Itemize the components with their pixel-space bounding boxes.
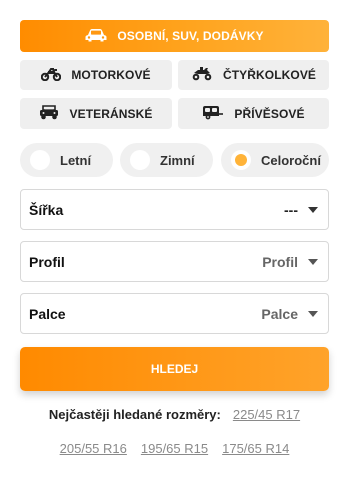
- motorcycle-icon: [41, 67, 71, 84]
- search-button[interactable]: HLEDEJ: [20, 347, 329, 391]
- vehicle-type-label: PŘÍVĚSOVÉ: [234, 106, 305, 121]
- car-icon: [85, 28, 117, 45]
- vehicle-type-quad[interactable]: ČTYŘKOLKOVÉ: [178, 60, 329, 90]
- season-label: Celoroční: [261, 152, 321, 168]
- select-value: Profil: [262, 253, 298, 270]
- radio-circle[interactable]: [30, 150, 50, 170]
- vintage-car-icon: [39, 104, 69, 123]
- size-link-225-45-r17[interactable]: 225/45 R17: [233, 407, 300, 422]
- size-link-205-55-r16[interactable]: 205/55 R16: [60, 441, 127, 456]
- quad-icon: [191, 66, 223, 84]
- radio-circle-selected[interactable]: [231, 150, 251, 170]
- select-label: Šířka: [29, 201, 64, 218]
- vehicle-type-passenger[interactable]: OSOBNÍ, SUV, DODÁVKY: [20, 20, 329, 52]
- popular-sizes-row: Nejčastěji hledané rozměry: 225/45 R17: [0, 407, 349, 422]
- chevron-down-icon: [308, 258, 318, 265]
- popular-sizes-title: Nejčastěji hledané rozměry:: [48, 407, 221, 422]
- radio-selected-dot: [235, 154, 247, 166]
- width-select[interactable]: Šířka ---: [20, 189, 329, 230]
- vehicle-type-trailer[interactable]: PŘÍVĚSOVÉ: [178, 98, 329, 129]
- rim-size-select[interactable]: Palce Palce: [20, 293, 329, 334]
- radio-circle[interactable]: [130, 150, 150, 170]
- size-link-195-65-r15[interactable]: 195/65 R15: [141, 441, 208, 456]
- chevron-down-icon: [308, 206, 318, 213]
- season-winter-option[interactable]: Zimní: [120, 143, 213, 177]
- vehicle-type-label: MOTORKOVÉ: [71, 68, 151, 82]
- trailer-icon: [202, 105, 234, 123]
- profile-select[interactable]: Profil Profil: [20, 241, 329, 282]
- select-value: ---: [284, 201, 298, 218]
- vehicle-type-motorcycle[interactable]: MOTORKOVÉ: [20, 60, 172, 90]
- season-label: Zimní: [160, 152, 195, 168]
- vehicle-type-label: VETERÁNSKÉ: [69, 106, 153, 121]
- vehicle-type-label: OSOBNÍ, SUV, DODÁVKY: [117, 29, 264, 43]
- size-link-175-65-r14[interactable]: 175/65 R14: [222, 441, 289, 456]
- popular-sizes-row: 205/55 R16 195/65 R15 175/65 R14: [0, 441, 349, 456]
- season-label: Letní: [60, 152, 92, 168]
- select-label: Profil: [29, 253, 65, 270]
- season-summer-option[interactable]: Letní: [20, 143, 113, 177]
- vehicle-type-label: ČTYŘKOLKOVÉ: [222, 68, 317, 82]
- select-value: Palce: [261, 305, 298, 322]
- season-allseason-option[interactable]: Celoroční: [221, 143, 329, 177]
- vehicle-type-vintage[interactable]: VETERÁNSKÉ: [20, 98, 172, 129]
- select-label: Palce: [29, 305, 66, 322]
- chevron-down-icon: [308, 310, 318, 317]
